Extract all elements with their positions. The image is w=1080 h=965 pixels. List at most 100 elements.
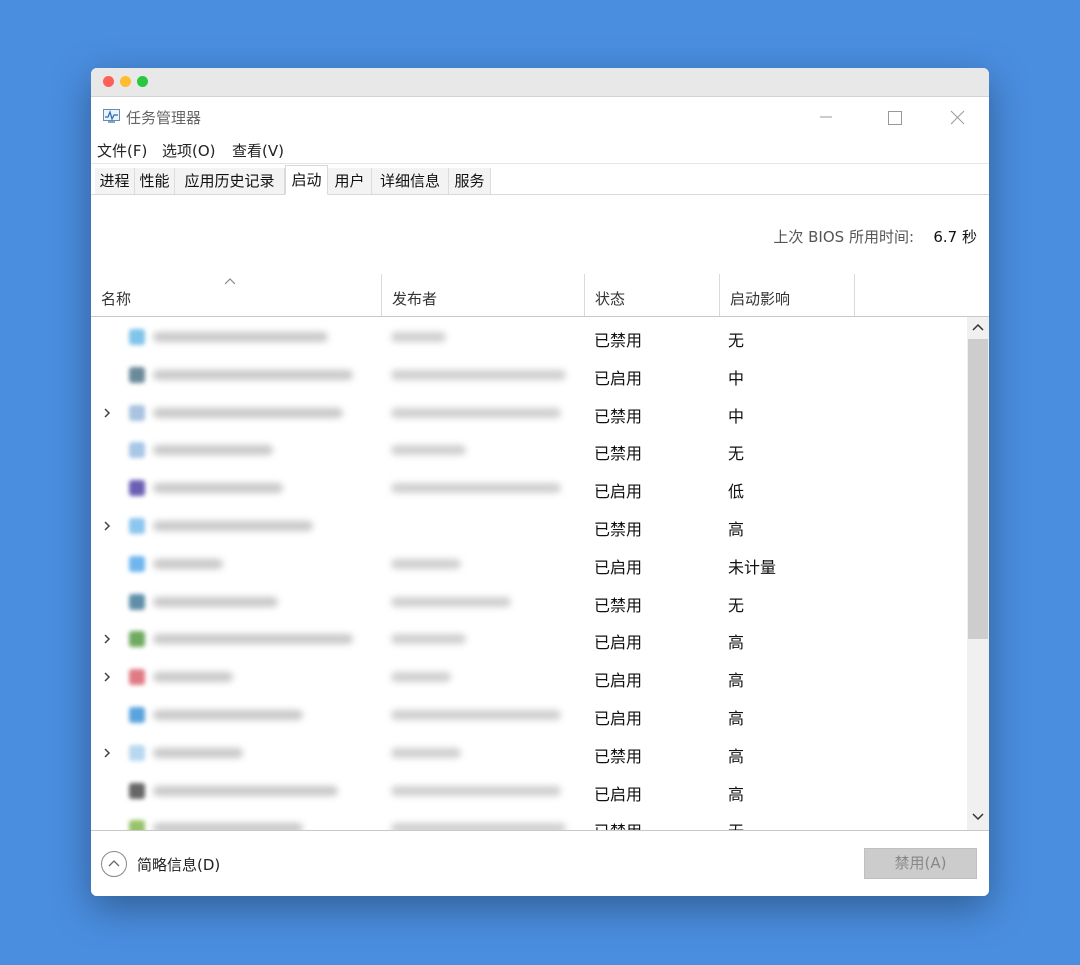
- blurred-app-name: [153, 558, 223, 569]
- blurred-publisher: [391, 747, 461, 758]
- tab-performance[interactable]: 性能: [135, 168, 175, 194]
- tab-services[interactable]: 服务: [449, 168, 491, 194]
- column-publisher-label: 发布者: [392, 290, 438, 308]
- close-traffic-light[interactable]: [103, 76, 114, 87]
- table-row[interactable]: 已启用 高: [91, 620, 967, 658]
- status-cell: 已禁用: [594, 444, 643, 464]
- table-row[interactable]: 已启用 中: [91, 356, 967, 394]
- bios-time-value: 6.7 秒: [933, 228, 977, 246]
- table-row[interactable]: 已禁用 无: [91, 318, 967, 356]
- impact-cell: 高: [728, 633, 745, 653]
- tab-bar: 进程 性能 应用历史记录 启动 用户 详细信息 服务: [91, 164, 989, 195]
- app-icon: [129, 555, 145, 572]
- impact-cell: 低: [728, 482, 745, 502]
- task-manager-window: 任务管理器 文件(F) 选项(O) 查看(V) 进程 性能 应用历史记录 启动 …: [91, 68, 989, 896]
- close-button[interactable]: [937, 103, 977, 131]
- blurred-publisher: [391, 710, 561, 720]
- expand-chevron-icon[interactable]: [101, 670, 113, 684]
- blurred-app-name: [153, 823, 303, 830]
- expand-chevron-icon[interactable]: [101, 632, 113, 646]
- tab-startup[interactable]: 启动: [285, 165, 328, 195]
- maximize-icon: [888, 111, 902, 125]
- table-row[interactable]: 已启用 高: [91, 772, 967, 810]
- tab-users[interactable]: 用户: [328, 168, 372, 194]
- impact-cell: 中: [728, 406, 745, 426]
- table-row[interactable]: 已启用 高: [91, 696, 967, 734]
- disable-button[interactable]: 禁用(A): [864, 848, 977, 879]
- blurred-app-name: [153, 710, 303, 720]
- blurred-publisher: [391, 634, 466, 645]
- table-row[interactable]: 已禁用 中: [91, 394, 967, 432]
- blurred-publisher: [391, 407, 561, 418]
- blurred-publisher: [391, 445, 466, 456]
- minimize-traffic-light[interactable]: [120, 76, 131, 87]
- blurred-publisher: [391, 558, 461, 569]
- app-icon: [129, 404, 145, 421]
- blurred-publisher: [391, 785, 561, 796]
- column-status[interactable]: 状态: [585, 274, 720, 316]
- table-row[interactable]: 已启用 高: [91, 658, 967, 696]
- table-row[interactable]: 已禁用 高: [91, 734, 967, 772]
- column-name[interactable]: 名称: [91, 274, 382, 316]
- blurred-app-name: [153, 672, 233, 683]
- tab-app-history[interactable]: 应用历史记录: [175, 168, 285, 194]
- table-row[interactable]: 已启用 低: [91, 469, 967, 507]
- app-icon: [129, 329, 145, 345]
- window-title: 任务管理器: [126, 109, 202, 127]
- expand-chevron-icon[interactable]: [101, 406, 113, 420]
- mac-title-bar: [91, 68, 989, 97]
- column-status-label: 状态: [595, 290, 626, 308]
- tab-details[interactable]: 详细信息: [372, 168, 449, 194]
- scroll-down-icon[interactable]: [971, 811, 985, 823]
- blurred-publisher: [391, 823, 566, 830]
- status-cell: 已禁用: [594, 406, 643, 426]
- tab-processes[interactable]: 进程: [95, 168, 135, 194]
- title-bar: 任务管理器: [91, 97, 989, 137]
- app-icon: [129, 631, 145, 648]
- minimize-button[interactable]: [806, 103, 846, 131]
- column-publisher[interactable]: 发布者: [382, 274, 585, 316]
- impact-cell: 高: [728, 709, 745, 728]
- maximize-button[interactable]: [874, 103, 914, 131]
- blurred-app-name: [153, 483, 283, 494]
- menu-options[interactable]: 选项(O): [162, 140, 216, 161]
- table-row[interactable]: 已禁用 无: [91, 583, 967, 621]
- status-cell: 已禁用: [594, 595, 643, 615]
- fewer-details-button[interactable]: [101, 851, 127, 877]
- column-header: 名称 发布者 状态 启动影响: [91, 274, 989, 317]
- table-row[interactable]: 已启用 未计量: [91, 545, 967, 583]
- fewer-details-label[interactable]: 简略信息(D): [137, 854, 220, 875]
- scrollbar-thumb[interactable]: [968, 339, 988, 639]
- app-icon: [129, 820, 145, 830]
- blurred-publisher: [391, 483, 561, 494]
- table-row[interactable]: 已禁用 高: [91, 507, 967, 545]
- impact-cell: 高: [728, 746, 745, 766]
- bios-time-label: 上次 BIOS 所用时间:: [773, 228, 914, 246]
- table-row[interactable]: 已禁用 无: [91, 809, 967, 830]
- zoom-traffic-light[interactable]: [137, 76, 148, 87]
- status-cell: 已启用: [594, 784, 643, 804]
- menu-file[interactable]: 文件(F): [97, 140, 147, 161]
- impact-cell: 高: [728, 520, 745, 539]
- app-icon: [129, 518, 145, 534]
- table-row[interactable]: 已禁用 无: [91, 431, 967, 469]
- status-cell: 已禁用: [594, 746, 643, 766]
- impact-cell: 高: [728, 784, 745, 804]
- app-icon: [129, 744, 145, 761]
- blurred-app-name: [153, 407, 343, 418]
- expand-chevron-icon[interactable]: [101, 746, 113, 760]
- status-cell: 已启用: [594, 482, 643, 502]
- minimize-icon: [820, 116, 832, 118]
- scroll-up-icon[interactable]: [971, 321, 985, 333]
- chevron-up-icon: [108, 860, 120, 867]
- expand-chevron-icon[interactable]: [101, 519, 113, 533]
- column-impact[interactable]: 启动影响: [720, 274, 855, 316]
- blurred-app-name: [153, 445, 273, 456]
- menu-bar: 文件(F) 选项(O) 查看(V): [91, 137, 989, 164]
- impact-cell: 无: [728, 444, 745, 464]
- blurred-app-name: [153, 369, 353, 380]
- impact-cell: 无: [728, 818, 744, 830]
- menu-view[interactable]: 查看(V): [232, 140, 284, 161]
- vertical-scrollbar[interactable]: [967, 317, 989, 830]
- status-cell: 已禁用: [594, 331, 643, 350]
